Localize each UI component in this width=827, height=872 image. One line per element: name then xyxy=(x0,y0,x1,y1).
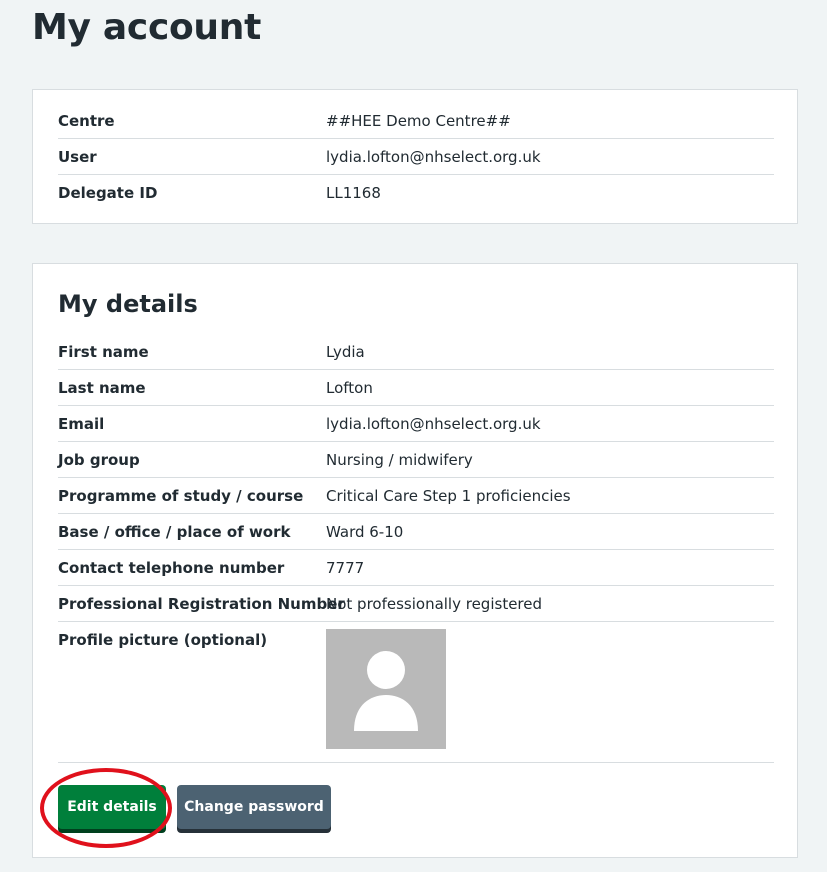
account-summary-list: Centre ##HEE Demo Centre## User lydia.lo… xyxy=(58,103,774,211)
summary-row-base: Base / office / place of work Ward 6-10 xyxy=(58,514,774,550)
page-title: My account xyxy=(32,7,261,48)
summary-row-first-name: First name Lydia xyxy=(58,334,774,370)
centre-label: Centre xyxy=(58,112,115,130)
profile-picture-label: Profile picture (optional) xyxy=(58,631,268,649)
account-summary-card: Centre ##HEE Demo Centre## User lydia.lo… xyxy=(32,89,798,224)
edit-details-button[interactable]: Edit details xyxy=(58,785,166,829)
email-label: Email xyxy=(58,415,105,433)
delegate-id-label: Delegate ID xyxy=(58,184,158,202)
delegate-id-value: LL1168 xyxy=(326,184,381,202)
registration-value: Not professionally registered xyxy=(326,595,543,613)
summary-row-delegate-id: Delegate ID LL1168 xyxy=(58,175,774,211)
programme-value: Critical Care Step 1 proficiencies xyxy=(326,487,571,505)
change-password-button[interactable]: Change password xyxy=(177,785,331,829)
summary-row-user: User lydia.lofton@nhselect.org.uk xyxy=(58,139,774,175)
registration-label: Professional Registration Number xyxy=(58,595,345,613)
default-avatar-icon xyxy=(326,629,446,749)
summary-row-telephone: Contact telephone number 7777 xyxy=(58,550,774,586)
my-details-title: My details xyxy=(58,290,198,318)
summary-row-last-name: Last name Lofton xyxy=(58,370,774,406)
summary-row-registration: Professional Registration Number Not pro… xyxy=(58,586,774,622)
summary-row-job-group: Job group Nursing / midwifery xyxy=(58,442,774,478)
my-details-card: My details First name Lydia Last name Lo… xyxy=(32,263,798,858)
first-name-value: Lydia xyxy=(326,343,365,361)
programme-label: Programme of study / course xyxy=(58,487,304,505)
summary-row-centre: Centre ##HEE Demo Centre## xyxy=(58,103,774,139)
first-name-label: First name xyxy=(58,343,149,361)
last-name-value: Lofton xyxy=(326,379,373,397)
job-group-label: Job group xyxy=(58,451,140,469)
summary-row-programme: Programme of study / course Critical Car… xyxy=(58,478,774,514)
telephone-value: 7777 xyxy=(326,559,365,577)
summary-row-profile-picture: Profile picture (optional) xyxy=(58,622,774,763)
last-name-label: Last name xyxy=(58,379,146,397)
job-group-value: Nursing / midwifery xyxy=(326,451,473,469)
centre-value: ##HEE Demo Centre## xyxy=(326,112,511,130)
base-value: Ward 6-10 xyxy=(326,523,404,541)
base-label: Base / office / place of work xyxy=(58,523,291,541)
summary-row-email: Email lydia.lofton@nhselect.org.uk xyxy=(58,406,774,442)
email-value: lydia.lofton@nhselect.org.uk xyxy=(326,415,541,433)
my-details-list: First name Lydia Last name Lofton Email … xyxy=(58,334,774,763)
telephone-label: Contact telephone number xyxy=(58,559,285,577)
user-label: User xyxy=(58,148,97,166)
user-value: lydia.lofton@nhselect.org.uk xyxy=(326,148,541,166)
